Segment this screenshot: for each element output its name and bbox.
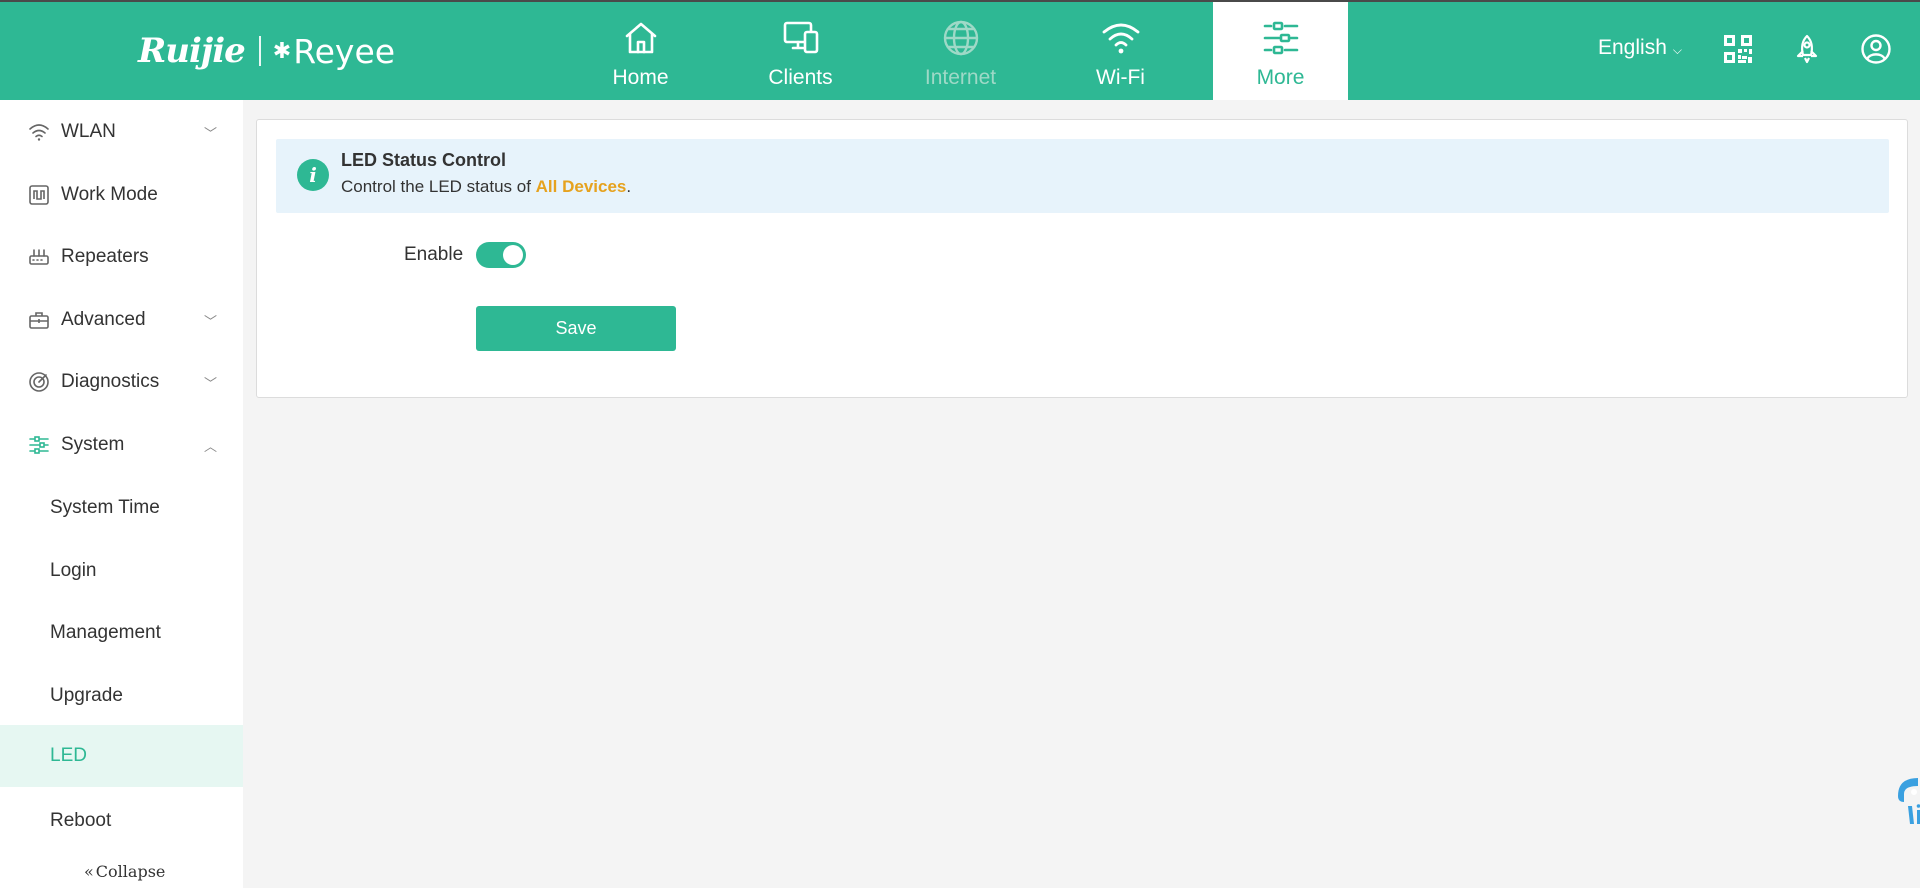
diagnostics-icon xyxy=(29,372,49,392)
nav-clients[interactable]: Clients xyxy=(733,2,868,100)
sliders-icon xyxy=(29,436,49,454)
sidebar-item-work-mode[interactable]: Work Mode xyxy=(0,164,243,226)
banner-description: Control the LED status of All Devices. xyxy=(341,177,631,197)
chevron-up-icon: ︿ xyxy=(204,438,218,454)
devices-icon xyxy=(783,21,818,54)
sidebar-subitem-reboot[interactable]: Reboot xyxy=(0,790,243,852)
nav-clients-label: Clients xyxy=(768,66,833,89)
nav-more[interactable]: More xyxy=(1213,2,1348,100)
rocket-icon[interactable] xyxy=(1791,33,1823,65)
enable-label: Enable xyxy=(404,244,464,265)
top-header: Ruijie ✱ Reyee Home Clients Internet Wi-… xyxy=(0,0,1920,100)
sidebar-item-system[interactable]: System ︿ xyxy=(0,414,243,476)
toolbox-icon xyxy=(29,312,49,329)
home-icon xyxy=(625,22,656,54)
reyee-logo-text: Reyee xyxy=(293,31,396,71)
save-button[interactable]: Save xyxy=(476,306,676,351)
enable-toggle[interactable] xyxy=(476,242,526,268)
sidebar-subitem-label: Reboot xyxy=(50,810,112,831)
collapse-label: Collapse xyxy=(95,862,166,881)
sidebar-subitem-label: System Time xyxy=(50,497,160,518)
reyee-mark-icon: ✱ xyxy=(272,38,292,64)
sidebar-subitem-login[interactable]: Login xyxy=(0,540,243,602)
wifi-icon xyxy=(29,124,49,141)
nav-internet[interactable]: Internet xyxy=(893,2,1028,100)
nav-wifi[interactable]: Wi-Fi xyxy=(1053,2,1188,100)
ruijie-logo-text: Ruijie xyxy=(138,31,246,71)
globe-icon xyxy=(943,20,978,56)
nav-more-label: More xyxy=(1256,66,1305,89)
nav-internet-label: Internet xyxy=(924,66,997,89)
banner-title: LED Status Control xyxy=(341,150,506,170)
reyee-logo: ✱ Reyee xyxy=(273,32,395,71)
chevron-down-icon: ⌵ xyxy=(1672,42,1682,57)
sidebar-item-advanced[interactable]: Advanced ﹀ xyxy=(0,289,243,351)
nav-wifi-label: Wi-Fi xyxy=(1096,66,1145,89)
assistant-float-icon[interactable] xyxy=(1892,772,1920,832)
sidebar-subitem-led[interactable]: LED xyxy=(0,725,243,787)
user-icon[interactable] xyxy=(1860,33,1892,65)
language-selector[interactable]: English ⌵ xyxy=(1598,36,1682,60)
sidebar-item-label: System xyxy=(61,434,125,455)
language-label: English xyxy=(1598,36,1667,59)
sidebar-item-label: Repeaters xyxy=(61,246,149,267)
brand-logo[interactable]: Ruijie ✱ Reyee xyxy=(138,30,395,72)
nav-home[interactable]: Home xyxy=(573,2,708,100)
info-icon: i xyxy=(297,159,329,191)
sidebar-subitem-label: Login xyxy=(50,560,97,581)
sidebar-subitem-management[interactable]: Management xyxy=(0,602,243,664)
chevron-down-icon: ﹀ xyxy=(204,125,218,141)
sidebar-subitem-label: LED xyxy=(50,745,87,766)
info-banner xyxy=(276,139,1889,213)
all-devices-highlight: All Devices xyxy=(535,177,627,196)
nav-home-label: Home xyxy=(612,66,669,89)
toggle-knob xyxy=(503,245,523,265)
sidebar-item-label: Work Mode xyxy=(61,184,158,205)
work-mode-icon xyxy=(29,185,49,205)
sidebar: WLAN ﹀ Work Mode Repeaters Advanced ﹀ Di… xyxy=(0,100,243,888)
sidebar-subitem-upgrade[interactable]: Upgrade xyxy=(0,665,243,727)
banner-desc-suffix: . xyxy=(626,177,632,196)
banner-desc-text: Control the LED status of xyxy=(341,177,536,196)
sidebar-item-wlan[interactable]: WLAN ﹀ xyxy=(0,101,243,163)
router-icon xyxy=(29,249,49,265)
sidebar-item-label: WLAN xyxy=(61,121,116,142)
sidebar-item-label: Diagnostics xyxy=(61,371,160,392)
chevron-down-icon: ﹀ xyxy=(204,375,218,391)
logo-divider xyxy=(258,36,261,66)
collapse-sidebar-button[interactable]: « Collapse xyxy=(84,862,165,881)
qr-code-icon[interactable] xyxy=(1722,33,1754,65)
sidebar-item-label: Advanced xyxy=(61,309,146,330)
sidebar-item-repeaters[interactable]: Repeaters xyxy=(0,226,243,288)
chevron-down-icon: ﹀ xyxy=(204,313,218,329)
sidebar-subitem-system-time[interactable]: System Time xyxy=(0,477,243,539)
sliders-icon xyxy=(1263,21,1298,55)
double-chevron-left-icon: « xyxy=(84,862,94,881)
wifi-icon xyxy=(1102,23,1139,54)
sidebar-item-diagnostics[interactable]: Diagnostics ﹀ xyxy=(0,351,243,413)
sidebar-subitem-label: Upgrade xyxy=(50,685,123,706)
sidebar-subitem-label: Management xyxy=(50,622,161,643)
